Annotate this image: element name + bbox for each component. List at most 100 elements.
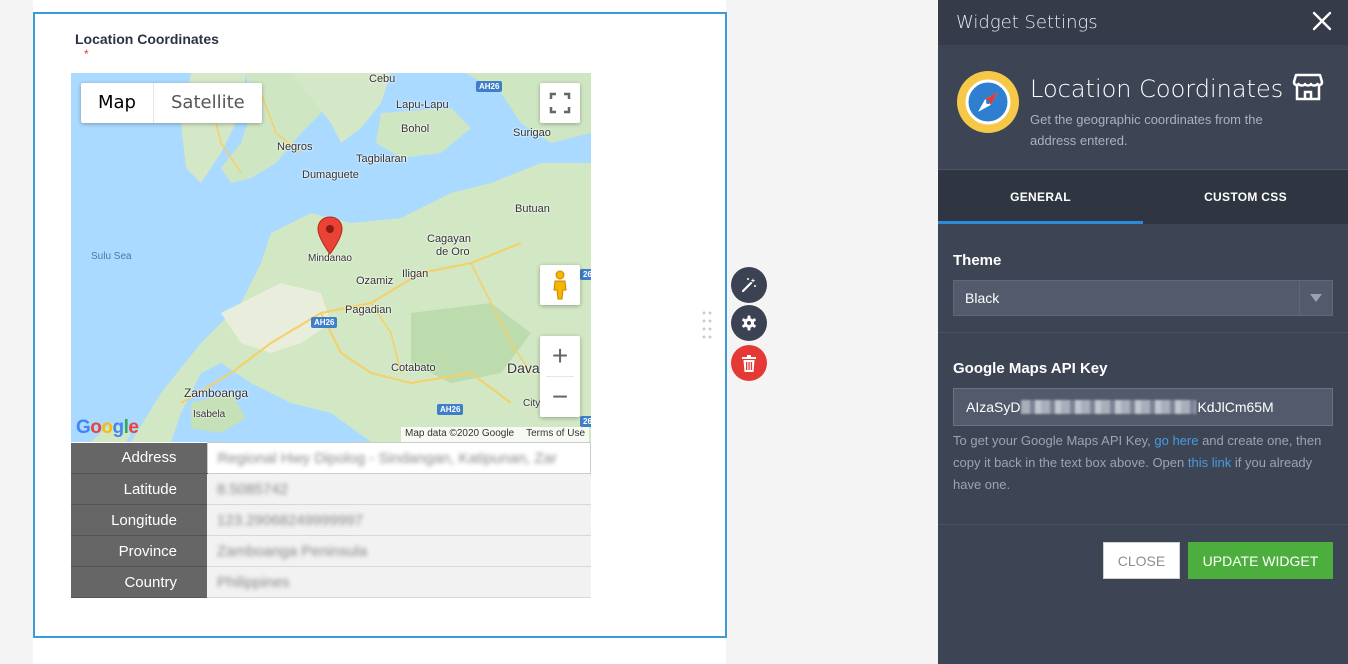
pegman-icon	[553, 270, 567, 300]
map-label-butuan: Butuan	[515, 203, 550, 215]
compass-icon	[965, 79, 1011, 125]
map-label-zamboanga: Zamboanga	[184, 386, 249, 400]
map-type-map-button[interactable]: Map	[81, 83, 154, 123]
row-key: Latitude	[71, 473, 207, 505]
close-icon[interactable]	[1310, 9, 1334, 33]
fullscreen-button[interactable]	[540, 83, 580, 123]
settings-button[interactable]	[731, 305, 767, 341]
row-key: Country	[71, 566, 207, 598]
magic-wand-button[interactable]	[731, 267, 767, 303]
country-value: Philippines	[217, 573, 290, 591]
theme-select[interactable]: Black	[953, 280, 1333, 316]
this-link[interactable]: this link	[1188, 455, 1231, 470]
address-table: Address Regional Hwy Dipolog - Sindangan…	[71, 442, 591, 598]
api-key-label: Google Maps API Key	[953, 360, 1108, 377]
map-label-surigao: Surigao	[513, 127, 551, 139]
row-value: Philippines	[207, 566, 591, 598]
google-logo[interactable]: Google	[76, 417, 139, 439]
map-label-de-oro: de Oro	[436, 246, 470, 258]
widget-icon	[957, 71, 1019, 133]
gear-icon	[742, 315, 756, 331]
latitude-value: 8.5085742	[217, 480, 288, 498]
map-label-isabela: Isabela	[193, 409, 226, 420]
theme-select-value: Black	[965, 290, 1000, 306]
map-label-city: City	[523, 398, 541, 409]
address-value: Regional Hwy Dipolog - Sindangan, Katipu…	[217, 449, 557, 467]
section-divider	[938, 524, 1348, 525]
map-label-negros: Negros	[277, 141, 313, 153]
theme-label: Theme	[953, 252, 1002, 269]
panel-header: Widget Settings	[938, 0, 1348, 45]
tab-custom-css[interactable]: CUSTOM CSS	[1143, 170, 1348, 224]
row-key: Longitude	[71, 504, 207, 536]
map-attribution: Map data ©2020 Google Terms of Use	[401, 427, 590, 442]
map-label-dumaguete: Dumaguete	[302, 169, 359, 181]
field-label: Location Coordinates	[75, 31, 219, 47]
widget-title: Location Coordinates	[1030, 75, 1284, 103]
help-text-part: To get your Google Maps API Key,	[953, 433, 1155, 448]
map-label-cebu: Cebu	[369, 73, 396, 85]
row-value: 8.5085742	[207, 473, 591, 505]
map-label-sulu-sea: Sulu Sea	[91, 251, 132, 262]
map-label-ozamiz: Ozamiz	[356, 275, 394, 287]
table-row: Province Zamboanga Peninsula	[71, 535, 591, 567]
zoom-out-button[interactable]: −	[540, 377, 580, 417]
google-map[interactable]: Cebu Lapu-Lapu Bohol Negros Surigao Tagb…	[71, 73, 591, 442]
table-row: Address Regional Hwy Dipolog - Sindangan…	[71, 442, 591, 474]
zoom-in-button[interactable]: +	[540, 336, 580, 376]
row-key: Address	[71, 442, 207, 474]
street-view-button[interactable]	[540, 265, 580, 305]
row-value[interactable]: Regional Hwy Dipolog - Sindangan, Katipu…	[206, 442, 591, 474]
magic-wand-icon	[741, 278, 756, 293]
map-data-credit: Map data ©2020 Google	[405, 428, 515, 439]
select-arrow[interactable]	[1299, 281, 1332, 315]
api-key-help: To get your Google Maps API Key, go here…	[953, 430, 1338, 496]
row-value: Zamboanga Peninsula	[207, 535, 591, 567]
widget-description: Get the geographic coordinates from the …	[1030, 112, 1263, 148]
row-value: 123.29068249999997	[207, 504, 591, 536]
drag-handle-icon[interactable]	[702, 310, 712, 340]
api-key-suffix: KdJlCm65M	[1197, 399, 1274, 415]
row-key: Province	[71, 535, 207, 567]
tab-general[interactable]: GENERAL	[938, 170, 1143, 224]
close-button[interactable]: CLOSE	[1103, 542, 1180, 579]
road-shield: AH26	[476, 81, 503, 92]
table-row: Country Philippines	[71, 566, 591, 598]
map-label-iligan: Iligan	[402, 268, 429, 280]
section-divider	[938, 332, 1348, 333]
map-label-davao: Dava	[507, 360, 540, 376]
table-row: Latitude 8.5085742	[71, 473, 591, 505]
map-type-control: Map Satellite	[81, 83, 262, 123]
panel-title: Widget Settings	[956, 12, 1098, 33]
store-icon[interactable]	[1292, 71, 1324, 103]
province-value: Zamboanga Peninsula	[217, 542, 368, 560]
map-label-lapu-lapu: Lapu-Lapu	[396, 99, 449, 111]
map-label-bohol: Bohol	[401, 123, 430, 135]
longitude-value: 123.29068249999997	[217, 511, 363, 529]
terms-of-use-link[interactable]: Terms of Use	[526, 428, 585, 441]
zoom-control: + −	[540, 336, 580, 417]
update-widget-button[interactable]: UPDATE WIDGET	[1188, 542, 1333, 579]
map-label-cotabato: Cotabato	[391, 362, 436, 374]
chevron-down-icon	[1310, 294, 1322, 302]
road-shield: AH26	[437, 404, 464, 415]
widget-settings-panel: Widget Settings Location Coordinates Get…	[938, 0, 1348, 664]
map-label-pagadian: Pagadian	[345, 304, 392, 316]
form-builder-canvas: Location Coordinates * Cebu Lapu-Lapu Bo…	[0, 0, 1348, 664]
required-marker: *	[84, 47, 89, 61]
go-here-link[interactable]: go here	[1154, 433, 1198, 448]
settings-tabs: GENERAL CUSTOM CSS	[938, 170, 1348, 224]
trash-icon	[742, 354, 756, 372]
widget-info: Location Coordinates Get the geographic …	[938, 45, 1348, 170]
fullscreen-icon	[549, 92, 571, 114]
map-label-tagbilaran: Tagbilaran	[356, 153, 407, 165]
map-label-cagayan: Cagayan	[427, 233, 472, 245]
api-key-redaction	[1021, 400, 1197, 414]
map-type-satellite-button[interactable]: Satellite	[154, 83, 262, 123]
map-marker-icon[interactable]	[317, 216, 343, 256]
api-key-input[interactable]: AIzaSyD KdJlCm65M	[953, 388, 1333, 426]
road-shield: AH26	[311, 317, 338, 328]
table-row: Longitude 123.29068249999997	[71, 504, 591, 536]
delete-button[interactable]	[731, 345, 767, 381]
road-shield: 26	[580, 269, 591, 280]
